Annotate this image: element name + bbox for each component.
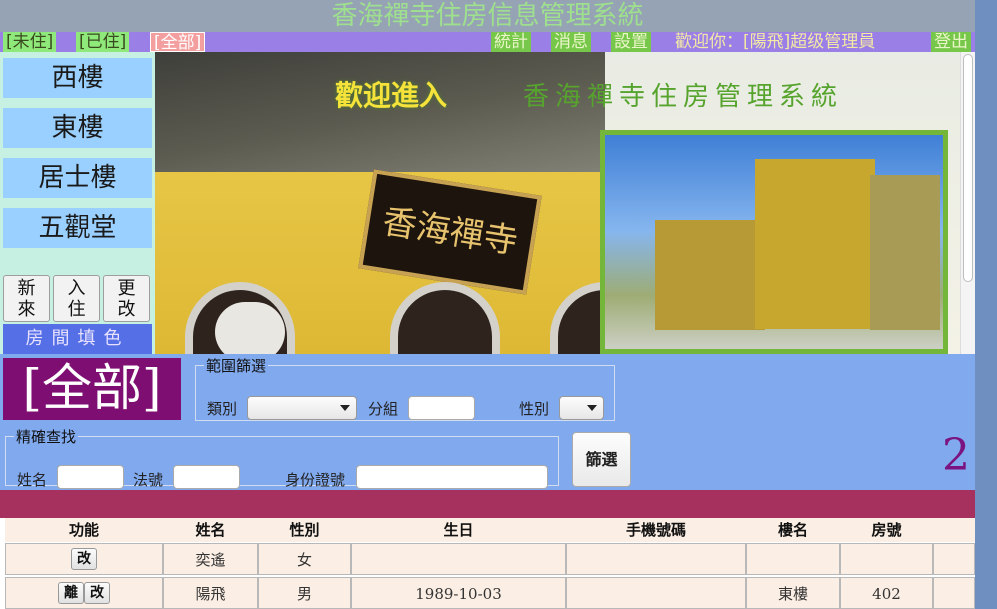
id-number-label: 身份證號 [285, 471, 346, 489]
cell-gender: 男 [258, 577, 351, 609]
app-window: 香海禪寺住房信息管理系統 [未住] [已住] [全部] 統計 消息 設置 歡迎你… [0, 0, 975, 609]
cell-room [840, 543, 933, 575]
tab-all[interactable]: [全部] [150, 32, 206, 53]
dorm-building-main [755, 159, 875, 329]
gender-select[interactable] [559, 396, 604, 420]
logout-link[interactable]: 登出 [931, 32, 971, 52]
current-view-label: [全部] [3, 358, 181, 420]
dormitory-photo [600, 130, 948, 354]
dharma-name-input[interactable] [173, 465, 240, 489]
scrollbar-thumb[interactable] [963, 54, 973, 282]
col-header-gender: 性別 [258, 518, 351, 542]
building-east[interactable]: 東樓 [3, 108, 152, 148]
room-fill-color-button[interactable]: 房間填色 [3, 324, 152, 354]
col-header-building: 樓名 [746, 518, 840, 542]
dorm-building-right [870, 175, 940, 330]
cell-birthday [351, 543, 566, 575]
cell-building: 東樓 [746, 577, 840, 609]
building-lay[interactable]: 居士樓 [3, 158, 152, 198]
top-menu: [未住] [已住] [全部] 統計 消息 設置 歡迎你：[陽飛]超级管理員 登出 [0, 32, 975, 53]
banner-welcome: 歡迎進入 [335, 79, 448, 112]
filter-button[interactable]: 篩選 [572, 432, 631, 487]
new-arrival-label: 新來 [17, 278, 36, 320]
col-header-phone: 手機號碼 [566, 518, 746, 542]
filter-panel: [全部] 範圍篩選 類別 分組 性別 精確查找 姓名 法號 身份證號 篩選 2 [0, 354, 975, 490]
cell-birthday: 1989-10-03 [351, 577, 566, 609]
tab-vacant[interactable]: [未住] [3, 32, 57, 52]
dharma-name-label: 法號 [133, 471, 164, 489]
edit-button[interactable]: 改 [84, 582, 110, 604]
chevron-down-icon [340, 405, 350, 411]
tab-occupied[interactable]: [已住] [76, 32, 130, 52]
chevron-down-icon [587, 405, 597, 411]
divider-band [0, 490, 975, 518]
stone-lion [215, 302, 285, 354]
messages-link[interactable]: 消息 [551, 32, 591, 52]
cell-building [746, 543, 840, 575]
banner-image: 香海禪寺 歡迎進入 香海禪寺住房管理系統 [155, 52, 960, 354]
app-title: 香海禪寺住房信息管理系統 [0, 0, 975, 32]
category-label: 類別 [207, 400, 238, 418]
edit-button[interactable]: 改 [71, 548, 97, 570]
cell-name: 陽飛 [163, 577, 258, 609]
cell-gender: 女 [258, 543, 351, 575]
stats-link[interactable]: 統計 [491, 32, 531, 52]
new-arrival-button[interactable]: 新來 [3, 275, 50, 322]
group-label: 分組 [368, 400, 399, 418]
building-dining[interactable]: 五觀堂 [3, 208, 152, 248]
sidebar: 西樓 東樓 居士樓 五觀堂 新來 入住 更改 房間填色 [0, 52, 155, 354]
table-row-action-cell: 離改 [5, 577, 163, 609]
table-row-action-cell: 改 [5, 543, 163, 575]
banner-scrollbar[interactable] [960, 52, 975, 354]
group-input[interactable] [408, 396, 475, 420]
col-header-room: 房號 [840, 518, 933, 542]
check-in-button[interactable]: 入住 [53, 275, 100, 322]
cell-phone [566, 543, 746, 575]
dorm-building-left [655, 220, 765, 330]
col-header-name: 姓名 [163, 518, 258, 542]
change-label: 更改 [117, 278, 136, 320]
gender-label: 性別 [519, 400, 550, 418]
cell-room: 402 [840, 577, 933, 609]
cell-phone [566, 577, 746, 609]
category-select[interactable] [247, 396, 357, 420]
range-filter-legend: 範圍篩選 [206, 357, 267, 375]
col-header-birthday: 生日 [351, 518, 566, 542]
settings-link[interactable]: 設置 [611, 32, 651, 52]
change-button[interactable]: 更改 [103, 275, 150, 322]
id-number-input[interactable] [356, 465, 548, 489]
check-in-label: 入住 [67, 278, 86, 320]
name-input[interactable] [57, 465, 124, 489]
temple-roof [155, 52, 605, 182]
exact-search-legend: 精確查找 [16, 428, 77, 446]
exact-search-group: 精確查找 姓名 法號 身份證號 [5, 426, 559, 489]
range-filter-group: 範圍篩選 類別 分組 性別 [195, 355, 615, 421]
col-header-extra [933, 518, 975, 542]
name-label: 姓名 [17, 471, 48, 489]
cell-extra [933, 577, 975, 609]
resident-table: 功能 姓名 性別 生日 手機號碼 樓名 房號 改 奕遙 女 離改 陽飛 男 19… [0, 518, 975, 609]
col-header-actions: 功能 [5, 518, 163, 542]
building-west[interactable]: 西樓 [3, 58, 152, 98]
cell-name: 奕遙 [163, 543, 258, 575]
banner-title: 香海禪寺住房管理系統 [523, 82, 844, 112]
welcome-text: 歡迎你：[陽飛]超级管理員 [675, 32, 876, 52]
leave-button[interactable]: 離 [58, 582, 84, 604]
result-count: 2 [942, 430, 970, 481]
cell-extra [933, 543, 975, 575]
